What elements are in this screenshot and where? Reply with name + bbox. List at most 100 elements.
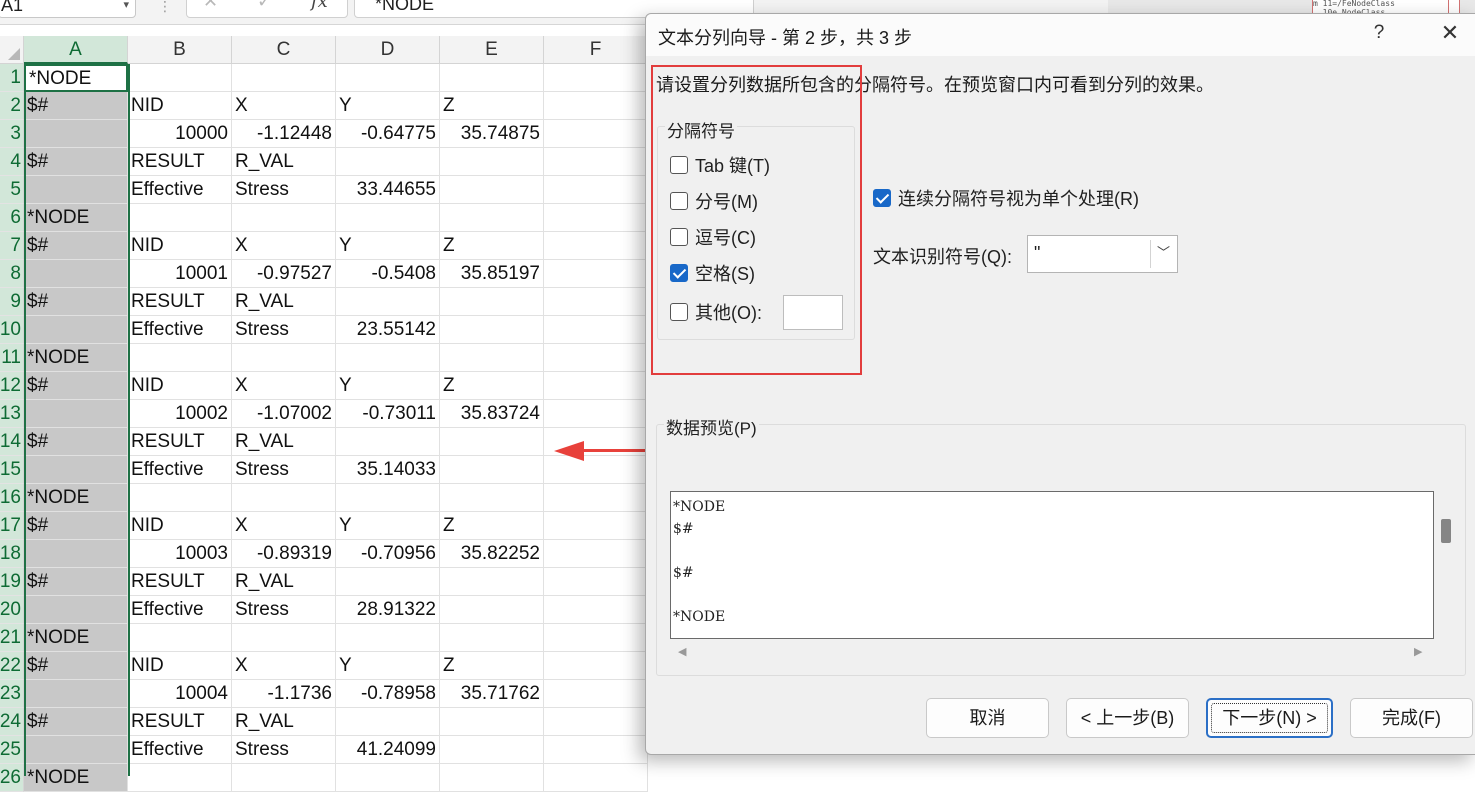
checkbox-icon[interactable] <box>670 303 688 322</box>
cell-a11[interactable]: *NODE <box>24 344 128 372</box>
row-header[interactable]: 10 <box>0 316 24 344</box>
finish-button[interactable]: 完成(F) <box>1350 698 1473 738</box>
cell-c1[interactable] <box>232 64 336 92</box>
cell-c10[interactable]: Stress <box>232 316 336 344</box>
cell-c26[interactable] <box>232 764 336 792</box>
cancel-button[interactable]: 取消 <box>926 698 1049 738</box>
checkbox-icon[interactable] <box>670 264 688 283</box>
cell-b25[interactable]: Effective <box>128 736 232 764</box>
row-header[interactable]: 24 <box>0 708 24 736</box>
space-checkbox[interactable]: 空格(S) <box>670 263 755 287</box>
cell-f6[interactable] <box>544 204 648 232</box>
scroll-left-icon[interactable]: ◀ <box>678 645 686 658</box>
cell-b18[interactable]: 10003 <box>128 540 232 568</box>
cell-d15[interactable]: 35.14033 <box>336 456 440 484</box>
row-header[interactable]: 19 <box>0 568 24 596</box>
cell-d17[interactable]: Y <box>336 512 440 540</box>
row-header[interactable]: 9 <box>0 288 24 316</box>
other-checkbox[interactable]: 其他(O): <box>670 302 762 326</box>
row-header[interactable]: 13 <box>0 400 24 428</box>
cell-e17[interactable]: Z <box>440 512 544 540</box>
cell-f2[interactable] <box>544 92 648 120</box>
cell-f17[interactable] <box>544 512 648 540</box>
cell-e8[interactable]: 35.85197 <box>440 260 544 288</box>
row-header[interactable]: 16 <box>0 484 24 512</box>
cell-b19[interactable]: RESULT <box>128 568 232 596</box>
cell-d1[interactable] <box>336 64 440 92</box>
close-button[interactable]: ✕ <box>1436 20 1464 46</box>
cell-e12[interactable]: Z <box>440 372 544 400</box>
cell-d20[interactable]: 28.91322 <box>336 596 440 624</box>
cell-c15[interactable]: Stress <box>232 456 336 484</box>
cell-f1[interactable] <box>544 64 648 92</box>
cell-a6[interactable]: *NODE <box>24 204 128 232</box>
row-header[interactable]: 12 <box>0 372 24 400</box>
fx-icon[interactable]: fx <box>311 0 328 12</box>
cell-a4[interactable]: $# <box>24 148 128 176</box>
cell-c11[interactable] <box>232 344 336 372</box>
cell-a16[interactable]: *NODE <box>24 484 128 512</box>
column-header-d[interactable]: D <box>336 36 440 64</box>
cancel-icon[interactable]: ✕ <box>203 0 218 12</box>
cell-f11[interactable] <box>544 344 648 372</box>
chevron-down-icon[interactable]: ﹀ <box>1157 236 1170 270</box>
row-header[interactable]: 15 <box>0 456 24 484</box>
checkbox-icon[interactable] <box>670 228 688 247</box>
cell-e21[interactable] <box>440 624 544 652</box>
row-header[interactable]: 3 <box>0 120 24 148</box>
cell-d8[interactable]: -0.5408 <box>336 260 440 288</box>
row-header[interactable]: 18 <box>0 540 24 568</box>
cell-a12[interactable]: $# <box>24 372 128 400</box>
cell-a22[interactable]: $# <box>24 652 128 680</box>
cell-c14[interactable]: R_VAL <box>232 428 336 456</box>
select-all-corner[interactable] <box>0 36 24 64</box>
cell-d7[interactable]: Y <box>336 232 440 260</box>
cell-e13[interactable]: 35.83724 <box>440 400 544 428</box>
cell-d23[interactable]: -0.78958 <box>336 680 440 708</box>
cell-e1[interactable] <box>440 64 544 92</box>
cell-d18[interactable]: -0.70956 <box>336 540 440 568</box>
preview-vertical-scrollbar[interactable] <box>1441 519 1451 543</box>
cell-d3[interactable]: -0.64775 <box>336 120 440 148</box>
cell-e3[interactable]: 35.74875 <box>440 120 544 148</box>
cell-d24[interactable] <box>336 708 440 736</box>
cell-e4[interactable] <box>440 148 544 176</box>
row-header[interactable]: 1 <box>0 64 24 92</box>
row-header[interactable]: 20 <box>0 596 24 624</box>
cell-e14[interactable] <box>440 428 544 456</box>
row-header[interactable]: 8 <box>0 260 24 288</box>
scroll-right-icon[interactable]: ▶ <box>1414 645 1422 658</box>
cell-f26[interactable] <box>544 764 648 792</box>
cell-a13[interactable] <box>24 400 128 428</box>
cell-a14[interactable]: $# <box>24 428 128 456</box>
cell-b21[interactable] <box>128 624 232 652</box>
cell-b6[interactable] <box>128 204 232 232</box>
cell-f8[interactable] <box>544 260 648 288</box>
column-header-b[interactable]: B <box>128 36 232 64</box>
cell-f18[interactable] <box>544 540 648 568</box>
cell-c12[interactable]: X <box>232 372 336 400</box>
cell-d16[interactable] <box>336 484 440 512</box>
cell-d13[interactable]: -0.73011 <box>336 400 440 428</box>
cell-f23[interactable] <box>544 680 648 708</box>
cell-c19[interactable]: R_VAL <box>232 568 336 596</box>
cell-e19[interactable] <box>440 568 544 596</box>
cell-b22[interactable]: NID <box>128 652 232 680</box>
cell-a26[interactable]: *NODE <box>24 764 128 792</box>
cell-d2[interactable]: Y <box>336 92 440 120</box>
cell-d5[interactable]: 33.44655 <box>336 176 440 204</box>
other-delimiter-input[interactable] <box>783 295 843 330</box>
cell-a10[interactable] <box>24 316 128 344</box>
cell-c8[interactable]: -0.97527 <box>232 260 336 288</box>
cell-b10[interactable]: Effective <box>128 316 232 344</box>
cell-e24[interactable] <box>440 708 544 736</box>
cell-f16[interactable] <box>544 484 648 512</box>
cell-d26[interactable] <box>336 764 440 792</box>
row-header[interactable]: 4 <box>0 148 24 176</box>
cell-b26[interactable] <box>128 764 232 792</box>
cell-e10[interactable] <box>440 316 544 344</box>
cell-b3[interactable]: 10000 <box>128 120 232 148</box>
cell-c23[interactable]: -1.1736 <box>232 680 336 708</box>
cell-e22[interactable]: Z <box>440 652 544 680</box>
cell-b13[interactable]: 10002 <box>128 400 232 428</box>
